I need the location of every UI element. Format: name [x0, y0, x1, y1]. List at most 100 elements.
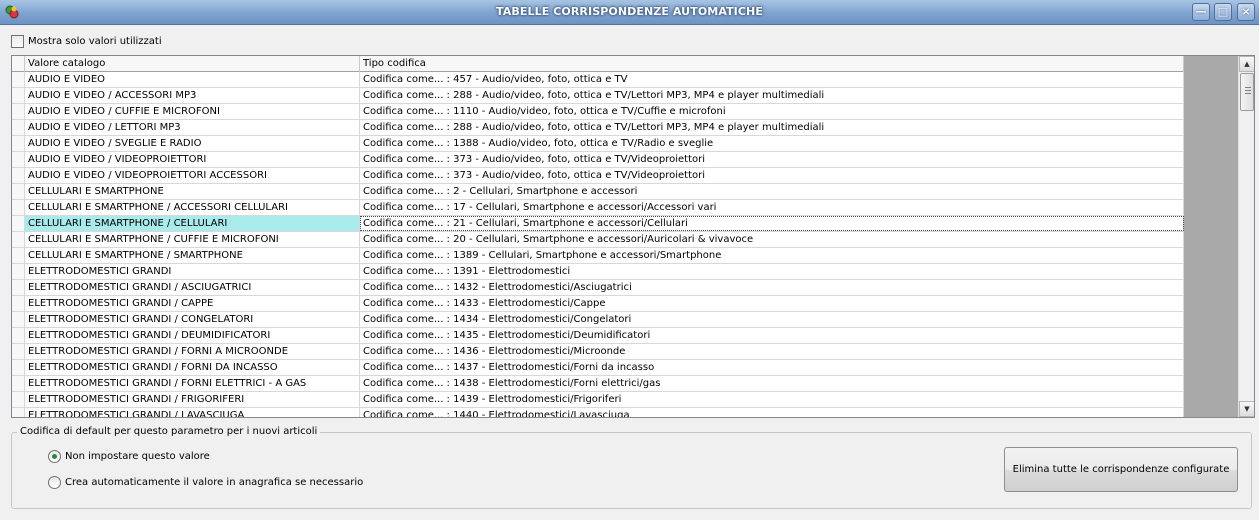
cell-valore-catalogo[interactable]: ELETTRODOMESTICI GRANDI [25, 264, 360, 279]
row-indicator-cell[interactable] [12, 376, 25, 391]
row-indicator-cell[interactable] [12, 184, 25, 199]
table-row[interactable]: AUDIO E VIDEO / SVEGLIE E RADIO Codifica … [12, 136, 1184, 152]
cell-tipo-codifica[interactable]: Codifica come... : 1432 - Elettrodomesti… [360, 280, 1184, 295]
table-row[interactable]: CELLULARI E SMARTPHONE / CUFFIE E MICROF… [12, 232, 1184, 248]
row-indicator-cell[interactable] [12, 216, 25, 231]
row-indicator-cell[interactable] [12, 104, 25, 119]
row-indicator-cell[interactable] [12, 136, 25, 151]
cell-valore-catalogo[interactable]: AUDIO E VIDEO / CUFFIE E MICROFONI [25, 104, 360, 119]
row-indicator-cell[interactable] [12, 232, 25, 247]
cell-tipo-codifica[interactable]: Codifica come... : 288 - Audio/video, fo… [360, 120, 1184, 135]
scrollbar-thumb[interactable] [1240, 73, 1254, 111]
cell-valore-catalogo[interactable]: AUDIO E VIDEO [25, 72, 360, 87]
row-indicator-cell[interactable] [12, 328, 25, 343]
cell-tipo-codifica[interactable]: Codifica come... : 373 - Audio/video, fo… [360, 152, 1184, 167]
cell-valore-catalogo[interactable]: ELETTRODOMESTICI GRANDI / CAPPE [25, 296, 360, 311]
table-row[interactable]: CELLULARI E SMARTPHONE Codifica come... :… [12, 184, 1184, 200]
cell-valore-catalogo[interactable]: ELETTRODOMESTICI GRANDI / DEUMIDIFICATOR… [25, 328, 360, 343]
row-indicator-cell[interactable] [12, 280, 25, 295]
cell-tipo-codifica[interactable]: Codifica come... : 1391 - Elettrodomesti… [360, 264, 1184, 279]
table-row[interactable]: ELETTRODOMESTICI GRANDI / LAVASCIUGA Codi… [12, 408, 1184, 417]
minimize-button[interactable]: — [1192, 3, 1210, 21]
table-row[interactable]: ELETTRODOMESTICI GRANDI / ASCIUGATRICI Co… [12, 280, 1184, 296]
cell-tipo-codifica[interactable]: Codifica come... : 17 - Cellulari, Smart… [360, 200, 1184, 215]
cell-valore-catalogo[interactable]: CELLULARI E SMARTPHONE / CUFFIE E MICROF… [25, 232, 360, 247]
column-header-valore-catalogo[interactable]: Valore catalogo [25, 56, 360, 72]
table-row[interactable]: AUDIO E VIDEO Codifica come... : 457 - Au… [12, 72, 1184, 88]
cell-tipo-codifica[interactable]: Codifica come... : 1435 - Elettrodomesti… [360, 328, 1184, 343]
cell-tipo-codifica[interactable]: Codifica come... : 1389 - Cellulari, Sma… [360, 248, 1184, 263]
table-row[interactable]: AUDIO E VIDEO / VIDEOPROIETTORI Codifica … [12, 152, 1184, 168]
table-row[interactable]: ELETTRODOMESTICI GRANDI / FRIGORIFERI Cod… [12, 392, 1184, 408]
cell-tipo-codifica[interactable]: Codifica come... : 1437 - Elettrodomesti… [360, 360, 1184, 375]
cell-tipo-codifica[interactable]: Codifica come... : 288 - Audio/video, fo… [360, 88, 1184, 103]
cell-tipo-codifica[interactable]: Codifica come... : 2 - Cellulari, Smartp… [360, 184, 1184, 199]
table-row[interactable]: ELETTRODOMESTICI GRANDI / FORNI DA INCAS… [12, 360, 1184, 376]
table-row[interactable]: ELETTRODOMESTICI GRANDI / FORNI A MICROO… [12, 344, 1184, 360]
delete-all-correspondences-button[interactable]: Elimina tutte le corrispondenze configur… [1004, 447, 1238, 492]
table-row[interactable]: AUDIO E VIDEO / CUFFIE E MICROFONI Codifi… [12, 104, 1184, 120]
cell-tipo-codifica[interactable]: Codifica come... : 1433 - Elettrodomesti… [360, 296, 1184, 311]
cell-tipo-codifica[interactable]: Codifica come... : 373 - Audio/video, fo… [360, 168, 1184, 183]
table-row[interactable]: CELLULARI E SMARTPHONE / CELLULARI Codifi… [12, 216, 1184, 232]
cell-tipo-codifica[interactable]: Codifica come... : 21 - Cellulari, Smart… [360, 216, 1184, 231]
table-row[interactable]: ELETTRODOMESTICI GRANDI / CONGELATORI Cod… [12, 312, 1184, 328]
cell-valore-catalogo[interactable]: AUDIO E VIDEO / VIDEOPROIETTORI [25, 152, 360, 167]
cell-valore-catalogo[interactable]: AUDIO E VIDEO / ACCESSORI MP3 [25, 88, 360, 103]
show-used-only-checkbox[interactable] [11, 35, 24, 48]
row-indicator-cell[interactable] [12, 392, 25, 407]
cell-valore-catalogo[interactable]: AUDIO E VIDEO / LETTORI MP3 [25, 120, 360, 135]
cell-valore-catalogo[interactable]: ELETTRODOMESTICI GRANDI / CONGELATORI [25, 312, 360, 327]
cell-valore-catalogo[interactable]: AUDIO E VIDEO / VIDEOPROIETTORI ACCESSOR… [25, 168, 360, 183]
cell-tipo-codifica[interactable]: Codifica come... : 20 - Cellulari, Smart… [360, 232, 1184, 247]
table-row[interactable]: AUDIO E VIDEO / ACCESSORI MP3 Codifica co… [12, 88, 1184, 104]
table-row[interactable]: ELETTRODOMESTICI GRANDI / FORNI ELETTRIC… [12, 376, 1184, 392]
scroll-down-button[interactable]: ▼ [1239, 401, 1254, 417]
cell-valore-catalogo[interactable]: ELETTRODOMESTICI GRANDI / FORNI A MICROO… [25, 344, 360, 359]
table-row[interactable]: ELETTRODOMESTICI GRANDI Codifica come... … [12, 264, 1184, 280]
row-indicator-cell[interactable] [12, 88, 25, 103]
option-no-set-radio[interactable] [48, 450, 61, 463]
table-row[interactable]: CELLULARI E SMARTPHONE / ACCESSORI CELLU… [12, 200, 1184, 216]
cell-tipo-codifica[interactable]: Codifica come... : 1440 - Elettrodomesti… [360, 408, 1184, 417]
cell-tipo-codifica[interactable]: Codifica come... : 1438 - Elettrodomesti… [360, 376, 1184, 391]
cell-valore-catalogo[interactable]: ELETTRODOMESTICI GRANDI / FRIGORIFERI [25, 392, 360, 407]
cell-tipo-codifica[interactable]: Codifica come... : 1439 - Elettrodomesti… [360, 392, 1184, 407]
row-indicator-cell[interactable] [12, 200, 25, 215]
table-row[interactable]: CELLULARI E SMARTPHONE / SMARTPHONE Codif… [12, 248, 1184, 264]
row-indicator-cell[interactable] [12, 344, 25, 359]
cell-tipo-codifica[interactable]: Codifica come... : 1388 - Audio/video, f… [360, 136, 1184, 151]
row-indicator-cell[interactable] [12, 360, 25, 375]
cell-valore-catalogo[interactable]: ELETTRODOMESTICI GRANDI / ASCIUGATRICI [25, 280, 360, 295]
cell-valore-catalogo[interactable]: ELETTRODOMESTICI GRANDI / LAVASCIUGA [25, 408, 360, 417]
row-indicator-cell[interactable] [12, 264, 25, 279]
cell-tipo-codifica[interactable]: Codifica come... : 1436 - Elettrodomesti… [360, 344, 1184, 359]
cell-tipo-codifica[interactable]: Codifica come... : 457 - Audio/video, fo… [360, 72, 1184, 87]
cell-valore-catalogo[interactable]: CELLULARI E SMARTPHONE / CELLULARI [25, 216, 360, 231]
table-row[interactable]: ELETTRODOMESTICI GRANDI / DEUMIDIFICATOR… [12, 328, 1184, 344]
cell-valore-catalogo[interactable]: AUDIO E VIDEO / SVEGLIE E RADIO [25, 136, 360, 151]
row-indicator-cell[interactable] [12, 168, 25, 183]
table-row[interactable]: AUDIO E VIDEO / VIDEOPROIETTORI ACCESSOR… [12, 168, 1184, 184]
correspondence-grid[interactable]: Valore catalogo Tipo codifica AUDIO E VI… [11, 55, 1255, 418]
table-row[interactable]: ELETTRODOMESTICI GRANDI / CAPPE Codifica … [12, 296, 1184, 312]
cell-valore-catalogo[interactable]: ELETTRODOMESTICI GRANDI / FORNI DA INCAS… [25, 360, 360, 375]
close-button[interactable]: × [1237, 3, 1255, 21]
option-auto-create-radio[interactable] [48, 476, 61, 489]
maximize-button[interactable]: □ [1214, 3, 1232, 21]
scroll-up-button[interactable]: ▲ [1239, 56, 1254, 72]
column-header-tipo-codifica[interactable]: Tipo codifica [360, 56, 1184, 72]
vertical-scrollbar[interactable]: ▲ ▼ [1238, 56, 1254, 417]
row-indicator-cell[interactable] [12, 120, 25, 135]
cell-valore-catalogo[interactable]: CELLULARI E SMARTPHONE / ACCESSORI CELLU… [25, 200, 360, 215]
cell-tipo-codifica[interactable]: Codifica come... : 1434 - Elettrodomesti… [360, 312, 1184, 327]
row-indicator-cell[interactable] [12, 152, 25, 167]
row-indicator-cell[interactable] [12, 408, 25, 417]
cell-tipo-codifica[interactable]: Codifica come... : 1110 - Audio/video, f… [360, 104, 1184, 119]
row-indicator-cell[interactable] [12, 296, 25, 311]
cell-valore-catalogo[interactable]: CELLULARI E SMARTPHONE [25, 184, 360, 199]
row-indicator-cell[interactable] [12, 312, 25, 327]
row-indicator-cell[interactable] [12, 248, 25, 263]
table-row[interactable]: AUDIO E VIDEO / LETTORI MP3 Codifica come… [12, 120, 1184, 136]
cell-valore-catalogo[interactable]: ELETTRODOMESTICI GRANDI / FORNI ELETTRIC… [25, 376, 360, 391]
